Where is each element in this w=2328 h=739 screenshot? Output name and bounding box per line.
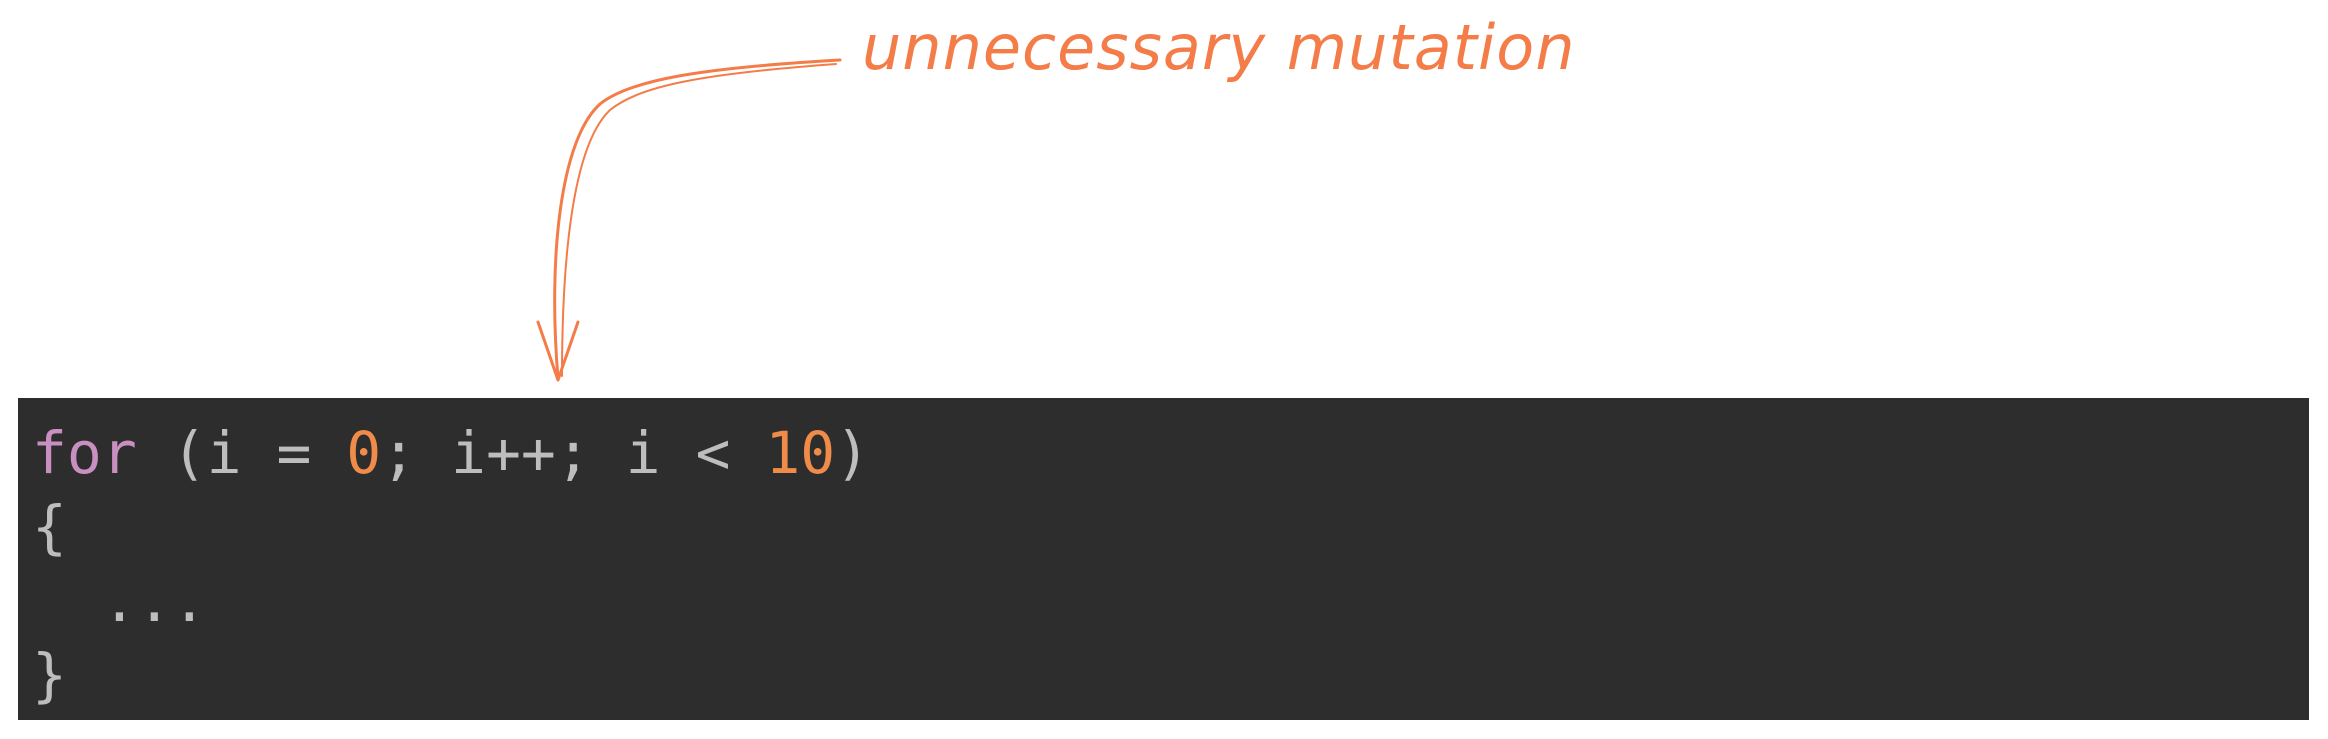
code-line-open-brace: {	[32, 493, 67, 561]
code-number-ten: 10	[765, 419, 836, 487]
code-line-close-brace: }	[32, 641, 67, 709]
code-punct-mid: ; i++; i <	[381, 419, 766, 487]
arrow-curve-secondary	[561, 63, 837, 377]
arrow-curve	[553, 58, 842, 380]
code-keyword-for: for	[32, 419, 137, 487]
code-punct-open: (i =	[136, 419, 347, 487]
code-line-ellipsis: ...	[32, 564, 2309, 638]
annotation-arrow	[536, 58, 842, 382]
code-line-for: for (i = 0; i++; i < 10)	[32, 416, 2309, 490]
code-number-zero: 0	[346, 419, 382, 487]
code-ellipsis: ...	[102, 567, 207, 635]
code-block: for (i = 0; i++; i < 10) { ... }	[18, 398, 2309, 720]
code-punct-close: )	[835, 419, 871, 487]
